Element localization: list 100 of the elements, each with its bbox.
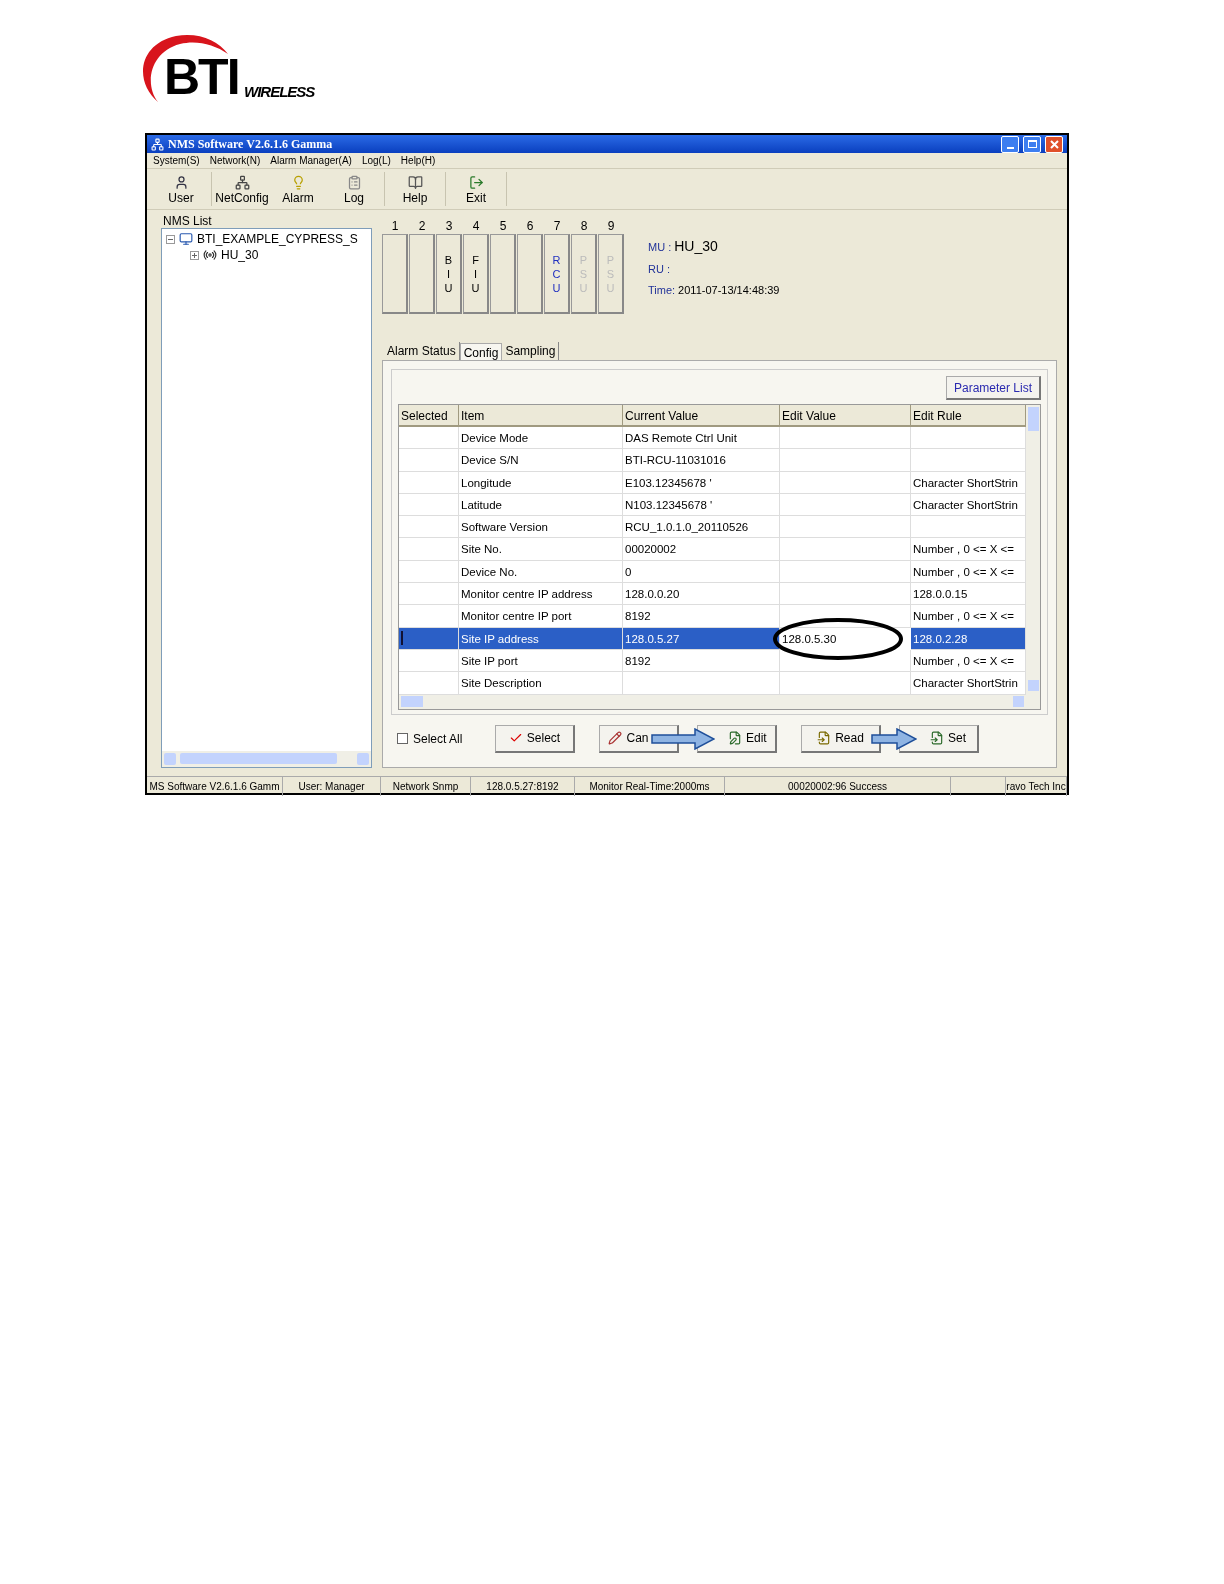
table-cell: RCU_1.0.1.0_20110526 [623,516,780,539]
action-button[interactable]: Set [899,724,979,753]
table-cell: DAS Remote Ctrl Unit [623,427,780,450]
panel-title: NMS List [162,214,213,228]
tab[interactable]: Config [459,343,503,361]
computer-icon [179,232,193,246]
table-cell: 8192 [623,649,780,673]
info-value: 2011-07-13/14:48:39 [678,282,780,298]
action-button[interactable]: Edit [697,724,777,753]
toolbar-button[interactable]: Help [387,169,443,209]
table-cell: 128.0.0.20 [623,583,780,606]
menu-item[interactable]: Log(L) [361,153,391,168]
checkbox[interactable] [397,733,408,745]
row-cursor-icon [401,631,403,646]
info-label: RU : [648,262,670,277]
toolbar-button[interactable]: Exit [448,169,504,209]
book-icon [407,174,423,190]
table-cell: 0 [623,560,780,584]
checkbox-label: Select All [413,730,463,748]
table-cell: 8192 [623,605,780,628]
toolbar-button[interactable]: NetConfig [214,169,270,209]
collapse-toggle-icon[interactable] [166,234,175,244]
table-row[interactable]: Longitude E103.12345678 ' Character ShortStrin [399,471,1026,494]
table-cell: N103.12345678 ' [623,493,780,517]
action-button[interactable]: Read [801,724,881,753]
slot-number: 5 [499,218,507,234]
slot-number: 6 [526,218,534,234]
table-cell: Software Version [459,516,623,539]
menu-item[interactable]: Network(N) [209,153,261,168]
parameter-list-button[interactable]: Parameter List [945,376,1041,400]
menu-item[interactable]: Alarm Manager(A) [270,153,352,168]
close-icon [1049,139,1059,149]
table-cell: Latitude [459,493,623,517]
column-header[interactable]: Item [459,405,623,427]
info-label: Time: [648,282,676,298]
card-slot[interactable] [382,234,408,314]
arrow-annotation [871,727,917,750]
app-icon [151,137,164,151]
table-row[interactable]: Latitude N103.12345678 ' Character ShortStrin [399,493,1026,517]
table-row[interactable]: Device No. 0 Number , 0 <= X <= [399,560,1026,584]
expand-toggle-icon[interactable] [190,250,199,260]
status-field: User: Manager [283,776,381,796]
table-cell: Monitor centre IP port [459,605,623,628]
tree-item[interactable]: BTI_EXAMPLE_CYPRESS_S [197,230,358,248]
card-slot[interactable]: FIU [463,234,489,314]
table-row[interactable]: Monitor centre IP address 128.0.0.20 128.0.0.15 [399,583,1026,606]
card-slot[interactable]: BIU [436,234,462,314]
document-icon [930,731,944,746]
exit-icon [468,174,484,190]
maximize-button[interactable] [1023,135,1041,153]
horizontal-scrollbar[interactable] [162,750,371,767]
vertical-scrollbar[interactable] [1026,405,1040,709]
info-label: MU : [648,240,672,255]
menu-item[interactable]: System(S) [153,153,200,168]
table-cell: Monitor centre IP address [459,583,623,606]
column-header[interactable]: Edit Value [780,405,911,427]
table-row[interactable]: Site No. 00020002 Number , 0 <= X <= [399,538,1026,561]
document-icon [728,731,742,746]
slot-number: 8 [580,218,588,234]
status-field: MS Software V2.6.1.6 Gamm [147,776,283,796]
toolbar-button[interactable]: Alarm [270,169,326,209]
table-row[interactable]: Device Mode DAS Remote Ctrl Unit [399,427,1026,450]
slot-number: 2 [418,218,426,234]
table-cell: Device S/N [459,449,623,472]
table-cell: Site IP address [459,627,623,650]
table-cell: 128.0.2.28 [911,627,1026,650]
card-slot[interactable] [409,234,435,314]
table-cell: Device Mode [459,427,623,450]
card-slot[interactable]: RCU [544,234,570,314]
table-cell: BTI-RCU-11031016 [623,449,780,472]
column-header[interactable]: Selected [399,405,459,427]
card-slot[interactable] [517,234,543,314]
table-row[interactable]: Device S/N BTI-RCU-11031016 [399,449,1026,472]
clipboard-icon [346,174,362,190]
tree-item[interactable]: HU_30 [221,246,259,264]
network-icon [234,174,250,190]
minimize-button[interactable] [1001,135,1019,153]
slot-number: 3 [445,218,453,234]
document-icon [817,731,832,746]
close-button[interactable] [1045,135,1063,153]
table-row[interactable]: Site Description Character ShortStrin [399,672,1026,695]
table-cell: Site IP port [459,649,623,673]
person-icon [173,174,189,190]
table-row[interactable]: Software Version RCU_1.0.1.0_20110526 [399,516,1026,539]
info-value: HU_30 [674,237,718,256]
status-field: 128.0.5.27:8192 [471,776,575,796]
card-slot[interactable] [490,234,516,314]
status-field: ravo Tech Inc [1006,776,1067,796]
status-field: 00020002:96 Success [725,776,951,796]
toolbar-button[interactable]: User [153,169,209,209]
table-cell: E103.12345678 ' [623,471,780,494]
menu-item[interactable]: Help(H) [400,153,436,168]
toolbar-button[interactable]: Log [326,169,382,209]
table-row[interactable]: Site IP port 8192 Number , 0 <= X <= [399,649,1026,673]
slot-number: 4 [472,218,480,234]
action-button[interactable]: Select [495,724,575,753]
arrow-annotation [651,727,715,750]
column-header[interactable]: Current Value [623,405,780,427]
table-row[interactable]: Monitor centre IP port 8192 Number , 0 <= X <= [399,605,1026,628]
table-cell: Site No. [459,538,623,561]
